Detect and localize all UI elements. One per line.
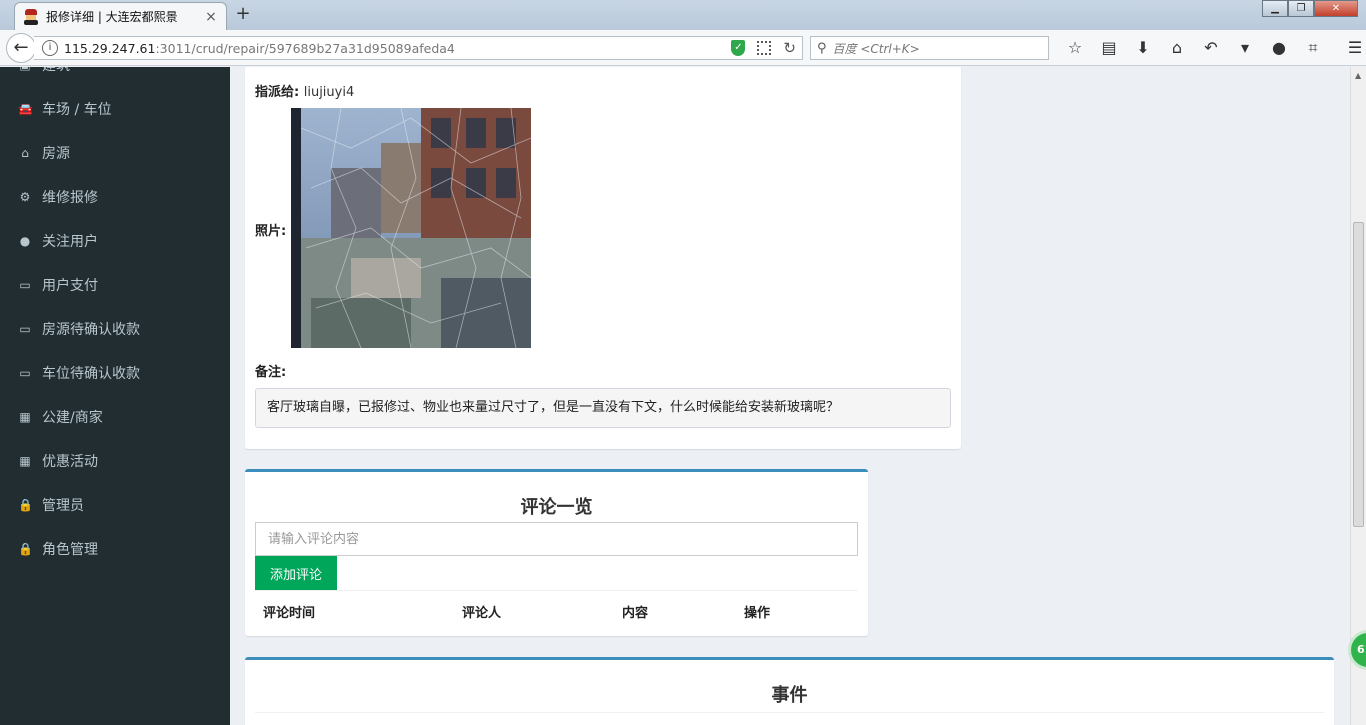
download-icon[interactable]: ⬇ [1126, 36, 1160, 60]
menu-icon[interactable]: ☰ [1338, 36, 1366, 60]
search-icon: ⚲ [817, 40, 827, 56]
maximize-button[interactable]: ❐ [1288, 0, 1314, 17]
comment-input[interactable] [255, 522, 858, 556]
events-title: 事件 [771, 685, 808, 706]
sidebar-item-label: 车场 / 车位 [42, 102, 112, 118]
car-icon: 🚘 [18, 102, 33, 116]
reading-list-icon[interactable]: ▤ [1092, 36, 1126, 60]
sidebar-item-label: 管理员 [42, 498, 84, 514]
browser-toolbar: ☆ ▤ ⬇ ⌂ ↶ ▾ ● ⌗ ☰ [1058, 36, 1366, 60]
undo-icon[interactable]: ↶ [1194, 36, 1228, 60]
scrollbar-thumb[interactable] [1353, 222, 1364, 527]
sidebar-item-label: 关注用户 [42, 234, 98, 250]
tab-close-icon[interactable]: × [204, 9, 218, 25]
lock-icon: 🔒 [18, 542, 33, 556]
search-placeholder: 百度 <Ctrl+K> [832, 41, 920, 56]
sidebar-item-merchants[interactable]: ▦ 公建/商家 [0, 395, 230, 439]
assigned-field: 指派给: liujiuyi4 [255, 81, 354, 100]
sidebar-item-housing-receipts[interactable]: ▭ 房源待确认收款 [0, 307, 230, 351]
calendar-icon: ▦ [19, 454, 31, 468]
page-scrollbar[interactable]: ▲ [1350, 67, 1366, 725]
comments-box: 评论一览 添加评论 评论时间 评论人 内容 操作 [245, 469, 868, 636]
site-info-icon[interactable]: i [42, 40, 58, 56]
sidebar-item-label: 用户支付 [42, 278, 98, 294]
gear-icon: ⚙ [19, 190, 31, 204]
add-comment-button[interactable]: 添加评论 [255, 556, 337, 590]
column-header: 评论人 [462, 606, 502, 621]
main-content: 指派给: liujiuyi4 照片: 备注: 客厅玻璃自曝，已报修过、物业也来量… [230, 67, 1350, 725]
new-tab-button[interactable]: + [232, 4, 254, 26]
repair-photo[interactable] [291, 108, 531, 348]
address-bar[interactable]: i 115.29.247.61:3011/crud/repair/597689b… [34, 36, 803, 60]
assigned-value: liujiuyi4 [303, 85, 355, 100]
window-controls: ▁ ❐ ✕ [1262, 0, 1358, 18]
column-header: 内容 [622, 606, 649, 621]
scroll-up-arrow-icon[interactable]: ▲ [1355, 71, 1361, 80]
minimize-button[interactable]: ▁ [1262, 0, 1288, 17]
remark-text: 客厅玻璃自曝，已报修过、物业也来量过尺寸了，但是一直没有下文，什么时候能给安装新… [255, 388, 951, 428]
sidebar-item-followers[interactable]: ● 关注用户 [0, 219, 230, 263]
assigned-label: 指派给: [255, 85, 300, 100]
sidebar-item-label: 车位待确认收款 [42, 366, 140, 382]
sidebar-item-label: 建筑 [42, 67, 70, 75]
calendar-icon: ▦ [19, 410, 31, 424]
sidebar-item-promotions[interactable]: ▦ 优惠活动 [0, 439, 230, 483]
url-text[interactable]: 115.29.247.61:3011/crud/repair/597689b27… [64, 41, 455, 56]
search-box[interactable]: ⚲ 百度 <Ctrl+K> [810, 36, 1049, 60]
money-icon: ▭ [19, 366, 31, 380]
bookmark-star-icon[interactable]: ☆ [1058, 36, 1092, 60]
qr-code-icon[interactable] [757, 41, 772, 55]
dropdown-arrow-icon[interactable]: ▾ [1228, 36, 1262, 60]
divider [255, 712, 1324, 713]
user-icon: ● [19, 234, 31, 248]
sidebar-item-roles[interactable]: 🔒 角色管理 [0, 527, 230, 571]
sidebar: ▣ 建筑 🚘 车场 / 车位 ⌂ 房源 ⚙ 维修报修 ● 关注用户 ▭ 用户支付 ▭ 房源待确… [0, 67, 230, 725]
browser-tab[interactable]: 报修详细 | 大连宏都熙景 × [14, 2, 227, 30]
comments-table-header: 评论时间 评论人 内容 操作 [255, 590, 858, 626]
sidebar-item-parking-receipts[interactable]: ▭ 车位待确认收款 [0, 351, 230, 395]
sidebar-item-repair[interactable]: ⚙ 维修报修 [0, 175, 230, 219]
sidebar-item-payments[interactable]: ▭ 用户支付 [0, 263, 230, 307]
lock-icon: 🔒 [18, 498, 33, 512]
column-header: 评论时间 [263, 606, 316, 621]
tab-title: 报修详细 | 大连宏都熙景 [46, 10, 178, 24]
window-close-button[interactable]: ✕ [1314, 0, 1358, 17]
reload-icon[interactable]: ↻ [783, 39, 796, 57]
building-icon: ▣ [18, 67, 32, 72]
column-header: 操作 [744, 606, 771, 621]
repair-detail-box: 指派给: liujiuyi4 照片: 备注: 客厅玻璃自曝，已报修过、物业也来量… [245, 67, 961, 449]
sidebar-item-label: 房源待确认收款 [42, 322, 140, 338]
money-icon: ▭ [19, 278, 31, 292]
back-button[interactable]: ← [6, 33, 36, 63]
sidebar-item-housing[interactable]: ⌂ 房源 [0, 131, 230, 175]
events-box: 事件 [245, 657, 1334, 725]
chat-bubble-icon[interactable]: ● [1262, 36, 1296, 60]
browser-nav-bar: ← i 115.29.247.61:3011/crud/repair/59768… [0, 30, 1366, 66]
security-shield-icon[interactable]: ✓ [731, 40, 746, 56]
money-icon: ▭ [19, 322, 31, 336]
sidebar-item-label: 房源 [42, 146, 70, 162]
sidebar-item-label: 角色管理 [42, 542, 98, 558]
browser-tab-bar: 报修详细 | 大连宏都熙景 × + ▁ ❐ ✕ [0, 0, 1366, 30]
home-icon[interactable]: ⌂ [1160, 36, 1194, 60]
photo-label: 照片: [255, 224, 287, 239]
sidebar-item-admins[interactable]: 🔒 管理员 [0, 483, 230, 527]
crop-icon[interactable]: ⌗ [1296, 36, 1330, 60]
sidebar-item-label: 优惠活动 [42, 454, 98, 470]
sidebar-item-parking[interactable]: 🚘 车场 / 车位 [0, 87, 230, 131]
site-favicon-icon [23, 8, 39, 25]
sidebar-item-label: 公建/商家 [42, 410, 103, 426]
comments-title: 评论一览 [520, 497, 593, 518]
home-icon: ⌂ [21, 146, 29, 160]
sidebar-item-label: 维修报修 [42, 190, 98, 206]
remark-label: 备注: [255, 365, 287, 380]
